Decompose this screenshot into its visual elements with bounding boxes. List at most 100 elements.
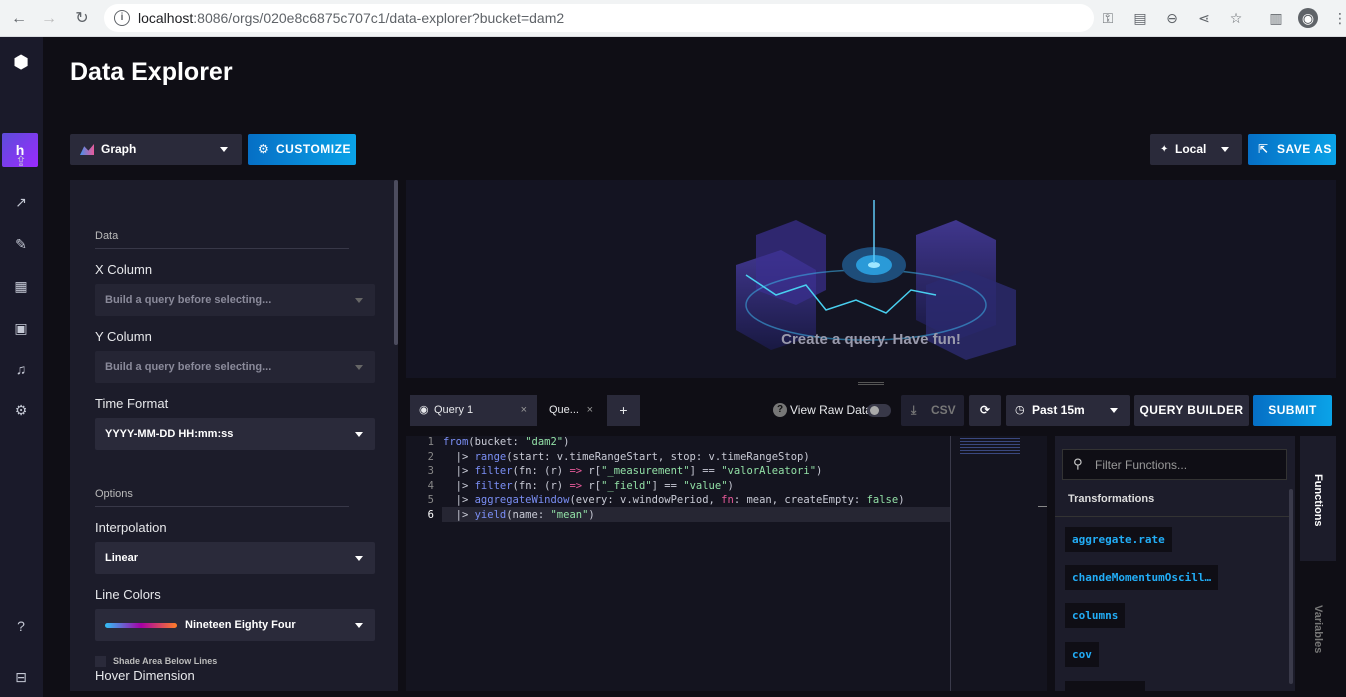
- time-format-select[interactable]: YYYY-MM-DD HH:mm:ss: [95, 418, 375, 450]
- translate-icon[interactable]: ▤: [1130, 8, 1150, 28]
- refresh-button[interactable]: ⟳: [969, 395, 1001, 426]
- tab-variables[interactable]: Variables: [1300, 570, 1336, 685]
- info-icon[interactable]: i: [114, 10, 130, 26]
- viz-type-label: Graph: [101, 142, 137, 156]
- flux-editor[interactable]: 1 2 3 4 5 6 from(bucket: "dam2") |> rang…: [406, 436, 1047, 691]
- chevron-down-icon: [355, 298, 363, 303]
- color-gradient-swatch: [105, 623, 177, 628]
- hover-dimension-label: Hover Dimension: [95, 668, 195, 683]
- calendar-icon[interactable]: ▣: [10, 317, 32, 339]
- line-number: 6: [427, 509, 434, 521]
- x-column-label: X Column: [95, 262, 153, 277]
- customize-panel: Data X Column Build a query before selec…: [70, 180, 398, 691]
- tab-query-2[interactable]: Que... ×: [541, 395, 602, 426]
- refresh-icon: ⟳: [979, 403, 991, 417]
- gear-icon[interactable]: ⚙: [10, 399, 32, 421]
- add-query-button[interactable]: +: [607, 395, 640, 426]
- chevron-down-icon: [355, 556, 363, 561]
- code-minimap[interactable]: [960, 438, 1020, 454]
- tab-query-1[interactable]: ◉ Query 1 ×: [410, 395, 537, 426]
- chevron-down-icon: [1110, 408, 1118, 413]
- search-icon: ⚲: [1073, 456, 1083, 471]
- help-icon[interactable]: ?: [773, 403, 787, 417]
- profile-icon[interactable]: ◉: [1298, 8, 1318, 28]
- pin-icon: ✦: [1160, 144, 1169, 155]
- chevron-down-icon: [1221, 147, 1229, 152]
- browser-toolbar: ← → ↻ i localhost:8086/orgs/020e8c6875c7…: [0, 0, 1346, 37]
- close-icon[interactable]: ×: [521, 395, 527, 426]
- dashboards-icon[interactable]: ▦: [10, 275, 32, 297]
- category-header: Transformations: [1055, 493, 1291, 517]
- line-number: 5: [427, 494, 434, 506]
- chevron-down-icon: [355, 432, 363, 437]
- page-title: Data Explorer: [70, 58, 233, 86]
- timezone-dropdown[interactable]: ✦ Local: [1150, 134, 1242, 165]
- bookmark-star-icon[interactable]: ☆: [1226, 8, 1246, 28]
- gear-icon: ⚙: [258, 142, 270, 156]
- chevron-down-icon: [220, 147, 228, 152]
- line-number: 2: [427, 451, 434, 463]
- line-number: 3: [427, 465, 434, 477]
- code-line[interactable]: |> aggregateWindow(every: v.windowPeriod…: [443, 494, 905, 506]
- view-raw-toggle[interactable]: [867, 404, 891, 417]
- bell-icon[interactable]: ♫: [10, 358, 32, 380]
- functions-panel: ⚲ Filter Functions... Transformations ag…: [1055, 436, 1295, 691]
- url-text[interactable]: localhost:8086/orgs/020e8c6875c707c1/dat…: [138, 10, 564, 26]
- y-column-label: Y Column: [95, 329, 152, 344]
- collapse-icon[interactable]: ⊟: [10, 666, 32, 688]
- resize-handle[interactable]: [858, 382, 884, 385]
- save-as-button[interactable]: ⇱ SAVE AS: [1248, 134, 1336, 165]
- influx-logo-icon[interactable]: ⬢: [10, 51, 32, 73]
- toggle-knob: [870, 406, 879, 415]
- interpolation-select[interactable]: Linear: [95, 542, 375, 574]
- line-number: 4: [427, 480, 434, 492]
- submit-button[interactable]: SUBMIT: [1253, 395, 1332, 426]
- graph-icon[interactable]: ↗: [10, 191, 32, 213]
- y-column-select[interactable]: Build a query before selecting...: [95, 351, 375, 383]
- graph-type-icon: [80, 144, 94, 155]
- tab-functions[interactable]: Functions: [1300, 436, 1336, 561]
- address-bar[interactable]: i localhost:8086/orgs/020e8c6875c707c1/d…: [104, 4, 1094, 32]
- close-icon[interactable]: ×: [587, 395, 593, 426]
- panel-scrollbar[interactable]: [394, 180, 398, 345]
- query-builder-button[interactable]: QUERY BUILDER: [1134, 395, 1249, 426]
- code-line[interactable]: |> yield(name: "mean"): [443, 509, 595, 521]
- back-icon[interactable]: ←: [8, 8, 30, 30]
- line-colors-select[interactable]: Nineteen Eighty Four: [95, 609, 375, 641]
- filter-functions-input[interactable]: ⚲ Filter Functions...: [1062, 449, 1287, 480]
- upload-icon[interactable]: ⇪: [10, 150, 32, 172]
- side-panel-icon[interactable]: ▥: [1266, 8, 1286, 28]
- function-item[interactable]: cov: [1065, 642, 1099, 667]
- minimap-divider: [950, 436, 951, 691]
- function-item[interactable]: aggregate.rate: [1065, 527, 1172, 552]
- customize-button[interactable]: ⚙ CUSTOMIZE: [248, 134, 356, 165]
- view-raw-label: View Raw Data: [790, 403, 872, 417]
- function-item[interactable]: columns: [1065, 603, 1126, 628]
- viz-type-dropdown[interactable]: Graph: [70, 134, 242, 165]
- section-data: Data: [95, 230, 349, 249]
- pencil-icon[interactable]: ✎: [10, 233, 32, 255]
- share-icon[interactable]: ⋖: [1194, 8, 1214, 28]
- forward-icon[interactable]: →: [38, 8, 60, 30]
- chevron-down-icon: [355, 365, 363, 370]
- shade-area-checkbox[interactable]: [95, 656, 106, 667]
- functions-scrollbar[interactable]: [1289, 489, 1293, 684]
- time-range-dropdown[interactable]: ◷ Past 15m: [1006, 395, 1130, 426]
- code-line[interactable]: |> filter(fn: (r) => r["_field"] == "val…: [443, 480, 734, 492]
- empty-state-message: Create a query. Have fun!: [781, 331, 961, 348]
- code-line[interactable]: from(bucket: "dam2"): [443, 436, 569, 448]
- reload-icon[interactable]: ↻: [71, 8, 93, 30]
- editor-scroll-marker: [1038, 506, 1047, 507]
- eye-icon: ◉: [419, 404, 429, 416]
- csv-button[interactable]: ⤓ CSV: [901, 395, 964, 426]
- x-column-select[interactable]: Build a query before selecting...: [95, 284, 375, 316]
- function-item[interactable]: chandeMomentumOscill…: [1065, 565, 1219, 590]
- app-sidebar: ⬢ h ⇪ ↗ ✎ ▦ ▣ ♫ ⚙ ? ⊟: [0, 37, 43, 697]
- code-line[interactable]: |> range(start: v.timeRangeStart, stop: …: [443, 451, 810, 463]
- help-icon[interactable]: ?: [10, 615, 32, 637]
- zoom-icon[interactable]: ⊖: [1162, 8, 1182, 28]
- code-line[interactable]: |> filter(fn: (r) => r["_measurement"] =…: [443, 465, 823, 477]
- menu-dots-icon[interactable]: ⋮: [1330, 8, 1346, 28]
- key-icon[interactable]: ⚿: [1098, 8, 1118, 28]
- function-item[interactable]: [1065, 681, 1145, 691]
